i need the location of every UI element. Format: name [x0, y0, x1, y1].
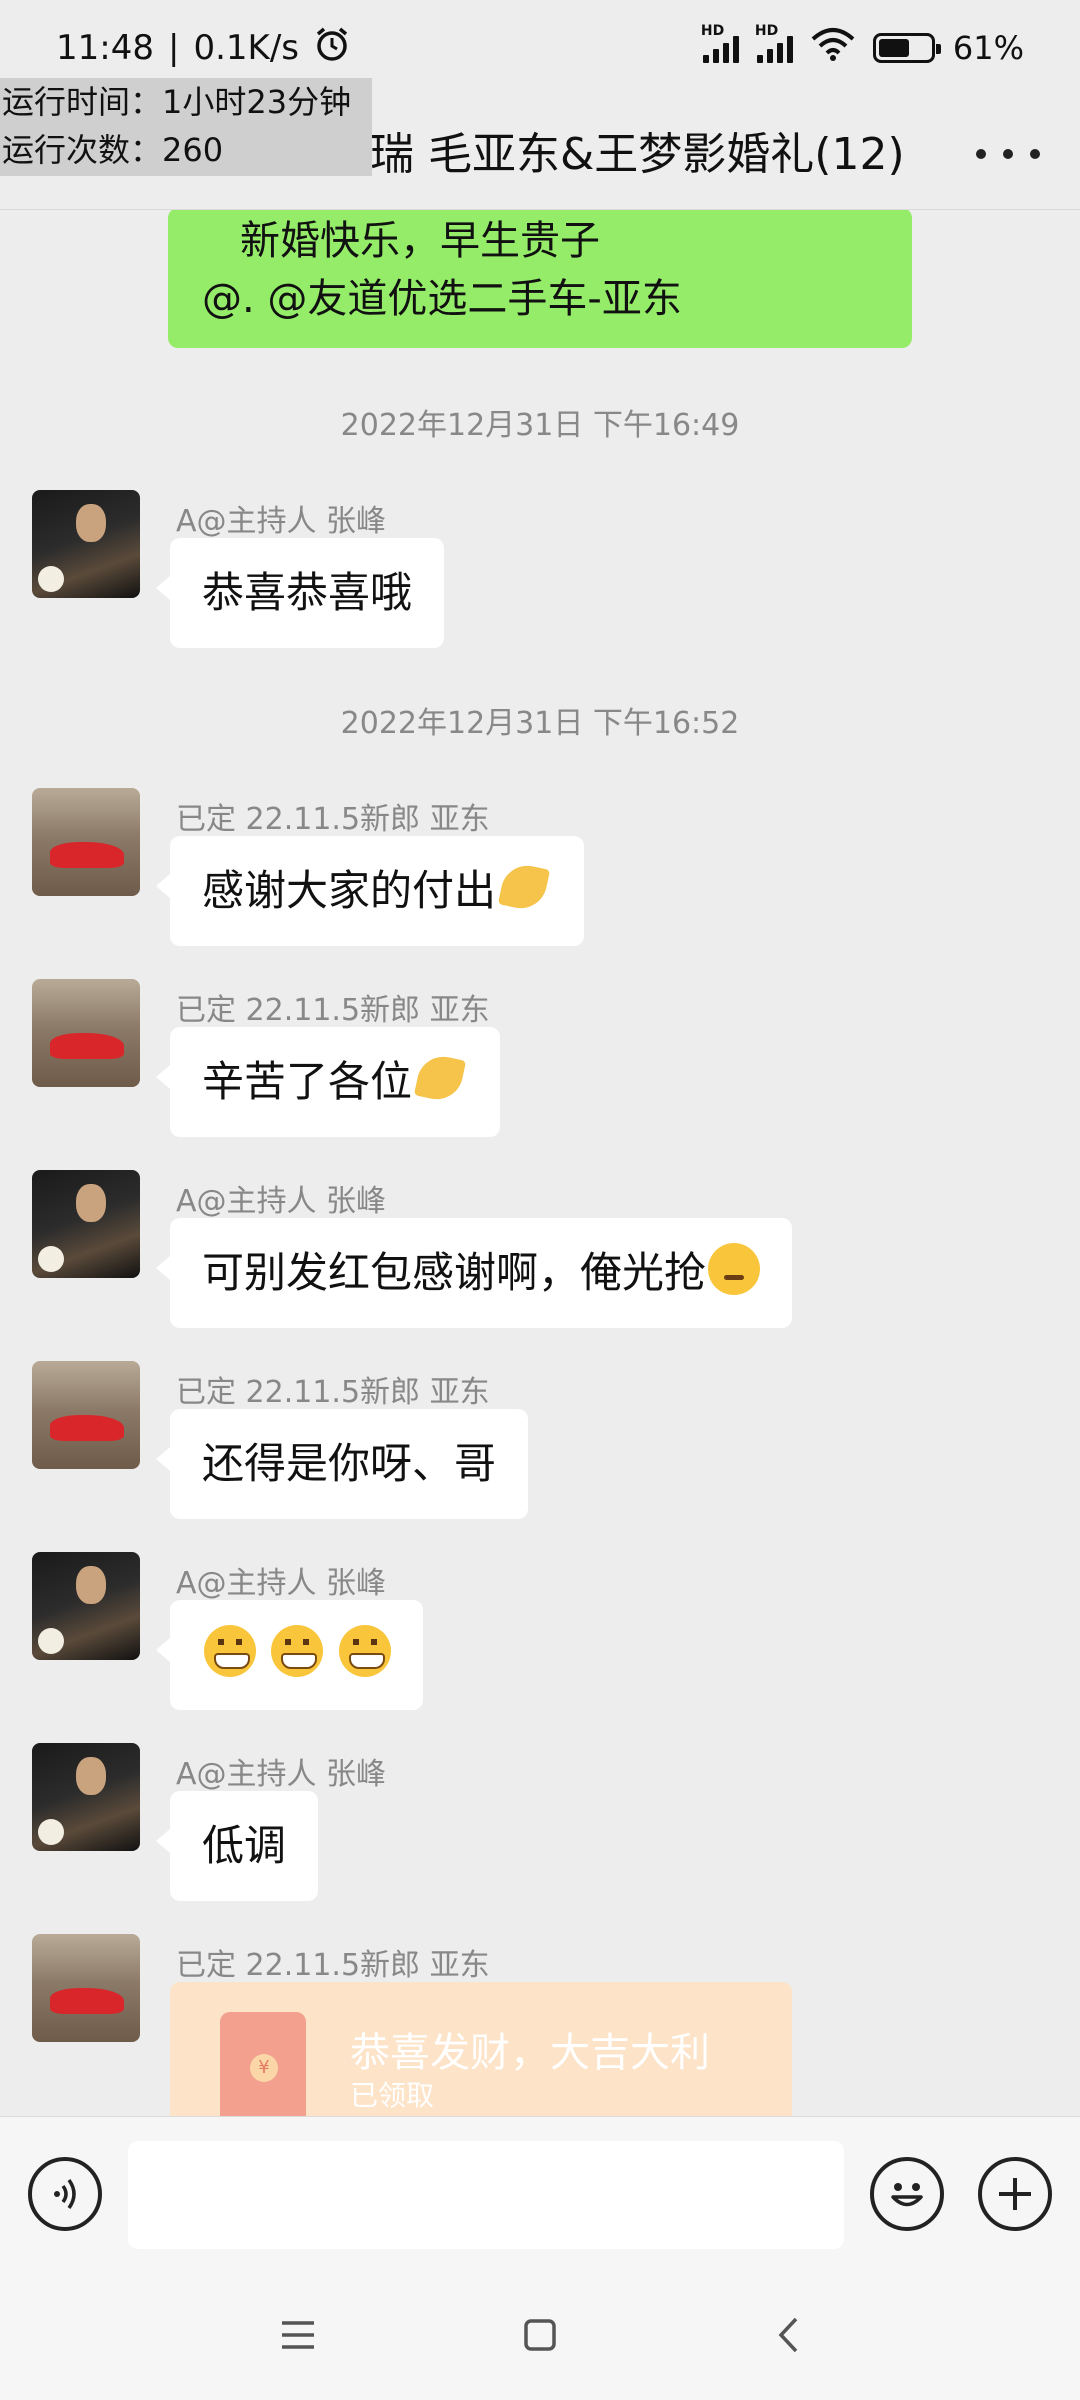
plus-icon: [999, 2178, 1031, 2210]
status-separator: |: [167, 28, 180, 68]
sender-name: A@主持人 张峰: [176, 504, 387, 539]
run-time-text: 运行时间：1小时23分钟: [2, 83, 352, 121]
sent-message-line: 新婚快乐，早生贵子: [240, 218, 600, 264]
battery-percent: 61%: [952, 29, 1024, 67]
home-button[interactable]: [510, 2310, 570, 2360]
avatar[interactable]: [32, 979, 140, 1087]
message-list[interactable]: 新婚快乐，早生贵子 @. @友道优选二手车-亚东 2022年12月31日 下午1…: [0, 210, 1080, 2116]
input-bar: [0, 2116, 1080, 2270]
sender-name: 已定 22.11.5新郎 亚东: [176, 1375, 490, 1410]
network-speed: 0.1K/s: [193, 28, 299, 68]
sent-message-bubble[interactable]: 新婚快乐，早生贵子 @. @友道优选二手车-亚东: [168, 210, 912, 348]
status-time: 11:48: [56, 28, 154, 68]
avatar[interactable]: [32, 1361, 140, 1469]
avatar[interactable]: [32, 1743, 140, 1851]
sender-name: A@主持人 张峰: [176, 1184, 387, 1219]
folded-hands-emoji-icon: [496, 861, 552, 913]
voice-input-button[interactable]: [28, 2157, 102, 2231]
status-right: HD HD 61%: [701, 23, 1024, 69]
folded-hands-emoji-icon: [412, 1052, 468, 1104]
status-left: 11:48 | 0.1K/s: [56, 25, 351, 72]
sender-name: A@主持人 张峰: [176, 1566, 387, 1601]
grinning-face-emoji-icon: [204, 1625, 256, 1677]
grinning-face-emoji-icon: [271, 1625, 324, 1677]
avatar[interactable]: [32, 788, 140, 896]
menu-icon: [282, 2321, 314, 2349]
chat-title: 瑞 毛亚东&王梦影婚礼(12): [370, 129, 905, 180]
message-bubble[interactable]: [156, 1600, 423, 1710]
home-icon: [524, 2319, 556, 2351]
alarm-icon: [313, 25, 351, 72]
sender-name: 已定 22.11.5新郎 亚东: [176, 993, 490, 1028]
more-actions-button[interactable]: [978, 2157, 1052, 2231]
emoji-button[interactable]: [870, 2157, 944, 2231]
sender-name: 已定 22.11.5新郎 亚东: [176, 802, 490, 837]
avatar[interactable]: [32, 490, 140, 598]
message-bubble[interactable]: 辛苦了各位: [155, 1027, 501, 1137]
sender-name: 已定 22.11.5新郎 亚东: [176, 1948, 490, 1983]
message-bubble[interactable]: 恭喜恭喜哦: [155, 538, 445, 648]
message-timestamp: 2022年12月31日 下午16:49: [340, 408, 740, 443]
recent-apps-button[interactable]: [268, 2310, 328, 2360]
grinning-face-emoji-icon: [338, 1625, 391, 1677]
wifi-icon: [811, 27, 855, 69]
red-packet-status: 已领取: [350, 2079, 435, 2112]
signal-icon-2: HD: [755, 23, 793, 63]
smiley-icon: [891, 2183, 923, 2207]
avatar[interactable]: [32, 1170, 140, 1278]
message-bubble[interactable]: 可别发红包感谢啊，俺光抢: [155, 1218, 793, 1328]
message-timestamp: 2022年12月31日 下午16:52: [340, 706, 740, 741]
sent-message-mention: @. @友道优选二手车-亚东: [202, 276, 682, 322]
back-button[interactable]: [758, 2310, 818, 2360]
voice-icon: [54, 2178, 76, 2210]
red-packet-title: 恭喜发财，大吉大利: [350, 2030, 710, 2076]
kissing-face-emoji-icon: [708, 1243, 761, 1295]
battery-icon: [872, 33, 941, 63]
message-bubble[interactable]: 感谢大家的付出: [155, 836, 585, 946]
signal-icon: HD: [701, 23, 739, 63]
run-count-text: 运行次数：260: [2, 131, 224, 169]
avatar[interactable]: [32, 1552, 140, 1660]
more-options-icon[interactable]: [976, 136, 1040, 172]
red-envelope-icon: ¥: [220, 2012, 306, 2116]
sender-name: A@主持人 张峰: [176, 1757, 387, 1792]
run-stats-overlay: 运行时间：1小时23分钟 运行次数：260: [0, 78, 372, 176]
message-bubble[interactable]: 还得是你呀、哥: [155, 1409, 529, 1519]
back-chevron-icon: [778, 2317, 798, 2353]
message-bubble[interactable]: 低调: [155, 1791, 319, 1901]
message-input[interactable]: [128, 2141, 844, 2249]
system-nav-bar: [0, 2270, 1080, 2400]
red-packet-card[interactable]: ¥ 恭喜发财，大吉大利 已领取: [170, 1982, 792, 2116]
avatar[interactable]: [32, 1934, 140, 2042]
